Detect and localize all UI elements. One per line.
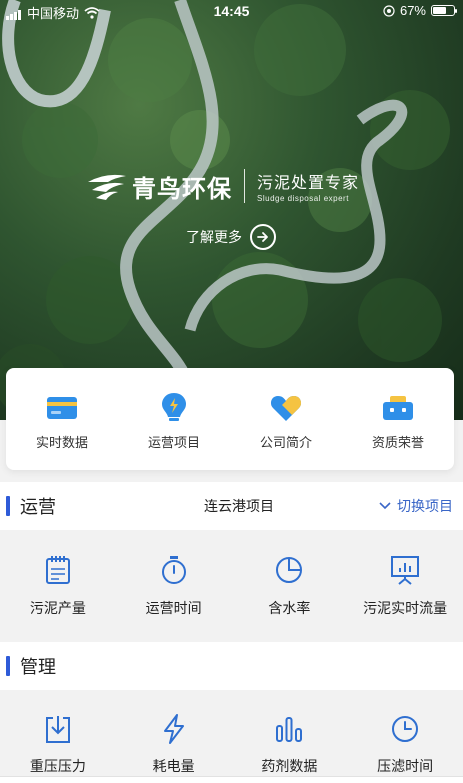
orientation-lock-icon — [383, 4, 395, 17]
mgmt-item-label: 重压压力 — [29, 758, 86, 774]
quick-nav-operation-projects[interactable]: 运营项目 — [118, 368, 230, 470]
slogan-cn: 污泥处置专家 — [257, 175, 360, 192]
download-box-icon — [42, 714, 74, 744]
ops-item-label: 运营时间 — [145, 600, 202, 616]
quick-nav-label: 运营项目 — [147, 435, 200, 450]
mgmt-item-chemical-data[interactable]: 药剂数据 — [232, 714, 348, 776]
learn-more-label: 了解更多 — [186, 229, 242, 245]
brand-header: 青鸟环保 污泥处置专家 Sludge disposal expert — [86, 168, 359, 204]
briefcase-icon — [382, 392, 414, 424]
chevron-down-icon — [379, 502, 391, 510]
operations-section-header: 运营 连云港项目 切换项目 — [0, 482, 463, 530]
mgmt-item-label: 压滤时间 — [377, 758, 434, 774]
brand-divider — [244, 169, 245, 203]
slogan-en: Sludge disposal expert — [257, 194, 349, 203]
card-icon — [46, 392, 78, 424]
brand-name: 青鸟环保 — [132, 175, 232, 203]
learn-more-button[interactable]: 了解更多 — [186, 224, 276, 250]
mgmt-item-pressure[interactable]: 重压压力 — [0, 714, 116, 776]
ops-item-label: 含水率 — [268, 600, 311, 616]
ops-item-water-content[interactable]: 含水率 — [232, 554, 348, 642]
ops-item-sludge-output[interactable]: 污泥产量 — [0, 554, 116, 642]
battery-icon — [431, 5, 457, 16]
mgmt-item-label: 耗电量 — [152, 758, 195, 774]
quick-nav-label: 公司简介 — [259, 435, 312, 450]
quick-nav-label: 实时数据 — [35, 435, 88, 450]
quick-nav-qualifications[interactable]: 资质荣誉 — [342, 368, 454, 470]
lightning-icon — [158, 714, 190, 744]
stopwatch-icon — [158, 554, 190, 586]
switch-project-button[interactable]: 切换项目 — [379, 496, 453, 516]
quick-nav-realtime-data[interactable]: 实时数据 — [6, 368, 118, 470]
management-grid: 重压压力 耗电量 药剂数据 压滤时间 — [0, 690, 463, 776]
mgmt-item-power-consumption[interactable]: 耗电量 — [116, 714, 232, 776]
section-accent-bar — [6, 496, 10, 516]
battery-percent: 67% — [399, 3, 426, 18]
clock-icon — [389, 714, 421, 744]
quick-nav-card: 实时数据 运营项目 公司简介 资质荣誉 — [6, 368, 454, 470]
hero-banner[interactable]: 中国移动 14:45 67% 青鸟环保 污泥处置专家 Sludge dispos… — [0, 0, 463, 420]
mgmt-item-label: 药剂数据 — [261, 758, 318, 774]
ops-item-sludge-realtime-flow[interactable]: 污泥实时流量 — [347, 554, 463, 642]
quick-nav-company-profile[interactable]: 公司简介 — [230, 368, 342, 470]
presentation-chart-icon — [389, 554, 421, 586]
quick-nav-label: 资质荣誉 — [371, 435, 424, 450]
ops-item-operation-time[interactable]: 运营时间 — [116, 554, 232, 642]
ops-item-label: 污泥实时流量 — [363, 600, 448, 616]
management-title: 管理 — [20, 657, 56, 677]
operations-grid: 污泥产量 运营时间 含水率 污泥实时流量 — [0, 530, 463, 642]
switch-project-label: 切换项目 — [397, 498, 453, 514]
pie-chart-icon — [273, 554, 305, 586]
forest-road-background — [0, 0, 450, 420]
heart-icon — [270, 392, 302, 424]
lightbulb-icon — [158, 392, 190, 424]
management-section-header: 管理 — [0, 642, 463, 690]
tab-bar-edge — [0, 776, 463, 783]
current-project: 连云港项目 — [204, 498, 274, 514]
section-accent-bar — [6, 656, 10, 676]
mgmt-item-filter-press-time[interactable]: 压滤时间 — [347, 714, 463, 776]
ops-item-label: 污泥产量 — [29, 600, 86, 616]
bar-chart-icon — [273, 714, 305, 744]
arrow-right-icon — [250, 224, 276, 250]
status-bar: 中国移动 14:45 67% — [0, 0, 463, 22]
bird-logo-icon — [88, 174, 126, 200]
operations-title: 运营 — [20, 497, 56, 517]
notepad-icon — [42, 554, 74, 586]
